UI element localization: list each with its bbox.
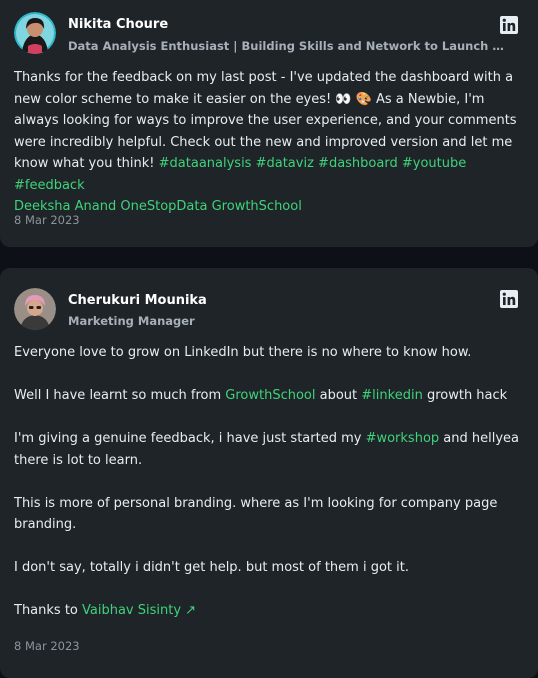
- paragraph: Well I have learnt so much from GrowthSc…: [14, 388, 508, 403]
- paragraph: I don't say, totally i didn't get help. …: [14, 560, 409, 575]
- author-headline: Data Analysis Enthusiast | Building Skil…: [68, 39, 508, 53]
- hashtag-link[interactable]: #workshop: [366, 431, 440, 446]
- testimonial-card: Cherukuri Mounika Marketing Manager Ever…: [0, 268, 538, 678]
- avatar-image: [14, 288, 56, 330]
- paragraph: Everyone love to grow on LinkedIn but th…: [14, 345, 472, 360]
- paragraph: This is more of personal branding. where…: [14, 495, 498, 533]
- mention-link[interactable]: Vaibhav Sisinty ↗: [82, 603, 196, 618]
- paragraph: Thanks to Vaibhav Sisinty ↗: [14, 603, 197, 618]
- avatar: [14, 288, 56, 330]
- mention-link[interactable]: OneStopData: [120, 199, 207, 214]
- avatar: [14, 12, 56, 54]
- author-name: Cherukuri Mounika: [68, 293, 207, 308]
- hashtag-link[interactable]: #linkedin: [361, 388, 423, 403]
- avatar-image: [14, 12, 56, 54]
- mention-link[interactable]: GrowthSchool: [225, 388, 315, 403]
- hashtag-link[interactable]: #feedback: [14, 178, 85, 193]
- mention-link[interactable]: Deeksha Anand: [14, 199, 116, 214]
- author-name: Nikita Choure: [68, 17, 169, 32]
- post-date: 8 Mar 2023: [14, 213, 80, 227]
- linkedin-icon[interactable]: [500, 290, 518, 308]
- post-date: 8 Mar 2023: [14, 639, 80, 653]
- hashtag-link[interactable]: #dataanalysis: [159, 156, 252, 171]
- post-body: Everyone love to grow on LinkedIn but th…: [14, 342, 524, 622]
- author-headline: Marketing Manager: [68, 314, 195, 328]
- post-body: Thanks for the feedback on my last post …: [14, 67, 524, 218]
- hashtag-link[interactable]: #dashboard: [318, 156, 398, 171]
- mention-link[interactable]: GrowthSchool: [212, 199, 302, 214]
- hashtag-link[interactable]: #dataviz: [256, 156, 314, 171]
- testimonial-card: Nikita Choure Data Analysis Enthusiast |…: [0, 0, 538, 247]
- hashtag-link[interactable]: #youtube: [402, 156, 466, 171]
- linkedin-icon[interactable]: [500, 16, 518, 34]
- paragraph: I'm giving a genuine feedback, i have ju…: [14, 431, 519, 468]
